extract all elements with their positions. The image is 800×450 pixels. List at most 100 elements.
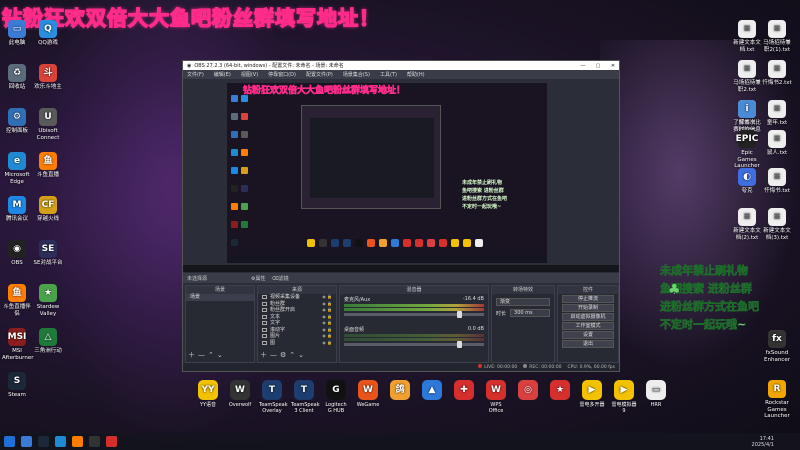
virtual-camera-button[interactable]: 启动虚拟摄像机 [562,313,614,321]
icon-label: WPS Office [488,402,504,414]
maximize-button[interactable]: ▢ [592,63,604,69]
taskbar-app-3[interactable] [72,436,83,447]
scene-controls[interactable]: ＋—⌃⌄ [188,350,226,360]
dock-app-4[interactable]: G Logitech G HUB [323,380,349,414]
menu-scene-collection[interactable]: 场景集合(S) [343,71,370,78]
left-icons-10[interactable]: ◉ OBS [2,240,32,267]
exit-button[interactable]: 退出 [562,340,614,348]
taskbar-app-2[interactable] [55,436,66,447]
volume-knob[interactable] [457,341,462,348]
dock-app-10[interactable]: ◎ [515,380,541,414]
studio-mode-button[interactable]: 工作室模式 [562,322,614,330]
menu-profile[interactable]: 配置文件(P) [306,71,333,78]
left-icons-9[interactable]: CF 穿越火线 [33,196,63,223]
left-icons-4[interactable]: ⚙ 控制面板 [2,108,32,135]
dock-app-2[interactable]: T TeamSpeak Overlay [259,380,288,414]
volume-slider[interactable] [344,341,484,348]
dock-app-8[interactable]: ✚ [451,380,477,414]
right-icons-12[interactable]: ≡ 新建文本文档(3).txt [762,208,792,241]
app-icon: ★ [39,284,57,302]
duration-input[interactable]: 300 ms [510,309,550,317]
right-icons-7[interactable]: EPIC Epic Games Launcher [732,130,762,170]
dock-app-9[interactable]: W WPS Office [483,380,509,414]
left-icons-12[interactable]: 鱼斗鱼直播伴侣 [2,284,32,317]
dock-app-11[interactable]: ★ [547,380,573,414]
icon-label: Steam [8,392,26,398]
obs-preview[interactable]: 钻粉狂欢双倍大大鱼吧粉丝群填写地址！ 未成年禁止刷礼物 鱼吧搜索 进粉丝群 进粉… [227,83,547,263]
left-icons-7[interactable]: 鱼斗鱼直播 [33,152,63,179]
right-icons-6[interactable]: ≡ 童年.txt [762,100,792,127]
left-icons-2[interactable]: ♻ 回收站 [2,64,32,91]
dock-app-13[interactable]: ▶ 雷电模拟器9 [611,380,637,414]
start-recording-button[interactable]: 开始录制 [562,304,614,312]
menu-view[interactable]: 视图(V) [241,71,258,78]
left-icons-8[interactable]: M 腾讯会议 [2,196,32,223]
obs-window[interactable]: ◉ OBS 27.2.3 (64-bit, windows) - 配置文件: 未… [182,60,620,372]
right-icons-10[interactable]: ≡ 忏悔书.txt [762,168,792,195]
transition-select[interactable]: 渐变 [496,298,550,306]
right-icons-5[interactable]: i了解本次比赛时的信息 [732,100,762,133]
dock-app-7[interactable]: ▲ [419,380,445,414]
dock-app-1[interactable]: W Overwolf [227,380,253,414]
dock-app-14[interactable]: ▭ HRR [643,380,669,414]
taskbar-app-5[interactable] [106,436,117,447]
left-icons-6[interactable]: e Microsoft Edge [2,152,32,185]
right-icons-13[interactable]: fx fxSound Enhancer [762,330,792,363]
menu-tools[interactable]: 工具(T) [380,71,397,78]
dock-app-6[interactable]: 鸽 [387,380,413,414]
right-icons-2[interactable]: ≡ 马场招待兼职2.txt [732,60,762,93]
dock-app-3[interactable]: T TeamSpeak 3 Client [291,380,320,414]
taskbar-app-1[interactable] [38,436,49,447]
dock-app-5[interactable]: W WeGame [355,380,381,414]
left-icons-16[interactable]: S Steam [2,372,32,399]
properties-button[interactable]: ⚙属性 [251,275,265,282]
menu-file[interactable]: 文件(F) [187,71,204,78]
stop-stream-button[interactable]: 停止推流 [562,295,614,303]
right-icons-14[interactable]: R Rockstar Games Launcher [762,380,792,420]
left-icons-1[interactable]: Q QQ游戏 [33,20,63,47]
settings-button[interactable]: 设置 [562,331,614,339]
left-icons-3[interactable]: 斗欢乐斗地主 [33,64,63,91]
right-icons-9[interactable]: ◐ 夸克 [732,168,762,195]
clock-date: 2025/4/1 [751,442,774,448]
minimize-button[interactable]: — [577,63,589,69]
left-icons-0[interactable]: ▭ 此电脑 [2,20,32,47]
icon-label: QQ游戏 [38,40,58,46]
menu-edit[interactable]: 编辑(E) [214,71,231,78]
app-icon: ◎ [518,380,538,400]
preview-desktop-icon [241,149,248,156]
preview-dock-icon [367,239,375,247]
left-icons-11[interactable]: SE SE对战平台 [33,240,63,267]
right-icons-3[interactable]: ≡ 忏悔书2.txt [762,60,792,87]
volume-slider[interactable] [344,311,484,318]
left-icons-15[interactable]: △ 三角洲行动 [33,328,63,355]
taskbar-clock[interactable]: 17:41 2025/4/1 [752,436,774,448]
icon-label: HRR [650,402,662,408]
visibility-lock-icon[interactable]: ◉ 🔒 [322,340,332,347]
source-controls[interactable]: ＋—⚙⌃⌄ [260,350,307,360]
start-button[interactable] [4,436,15,447]
menu-help[interactable]: 帮助(H) [407,71,425,78]
left-icons-5[interactable]: U Ubisoft Connect [33,108,63,141]
right-icons-1[interactable]: ≡ 马场招待兼职2(1).txt [762,20,792,53]
taskbar [0,433,800,450]
dock-app-0[interactable]: YY YY语音 [195,380,221,414]
dock-app-12[interactable]: ▶ 雷电多开器 [579,380,605,414]
filters-button[interactable]: ⌫滤镜 [272,275,289,282]
source-item[interactable]: 图 ◉ 🔒 [258,340,336,347]
sources-panel: 来源 视频采集设备 ◉ 🔒 粉丝群 ◉ 🔒 粉丝群开启 ◉ 🔒 文本 ◉ 🔒 文字 ◉ 🔒 滚动字 ◉… [257,285,337,363]
scene-item[interactable]: 场景 [186,294,254,301]
right-icons-11[interactable]: ≡ 新建文本文档(2).txt [732,208,762,241]
right-icons-8[interactable]: ≡ 鼠人.txt [762,130,792,157]
menu-docks[interactable]: 停靠窗口(D) [268,71,296,78]
left-icons-14[interactable]: MSI MSI Afterburner [2,328,33,361]
left-icons-13[interactable]: ★ Stardew Valley [33,284,63,317]
right-icons-0[interactable]: ≡ 新建文本文档.txt [732,20,762,53]
app-icon: ≡ [768,130,786,148]
taskbar-app-0[interactable] [21,436,32,447]
obs-app-icon: ◉ [187,62,192,69]
close-button[interactable]: ✕ [607,63,619,69]
taskbar-app-4[interactable] [89,436,100,447]
obs-titlebar[interactable]: ◉ OBS 27.2.3 (64-bit, windows) - 配置文件: 未… [183,61,619,70]
volume-knob[interactable] [457,311,462,318]
